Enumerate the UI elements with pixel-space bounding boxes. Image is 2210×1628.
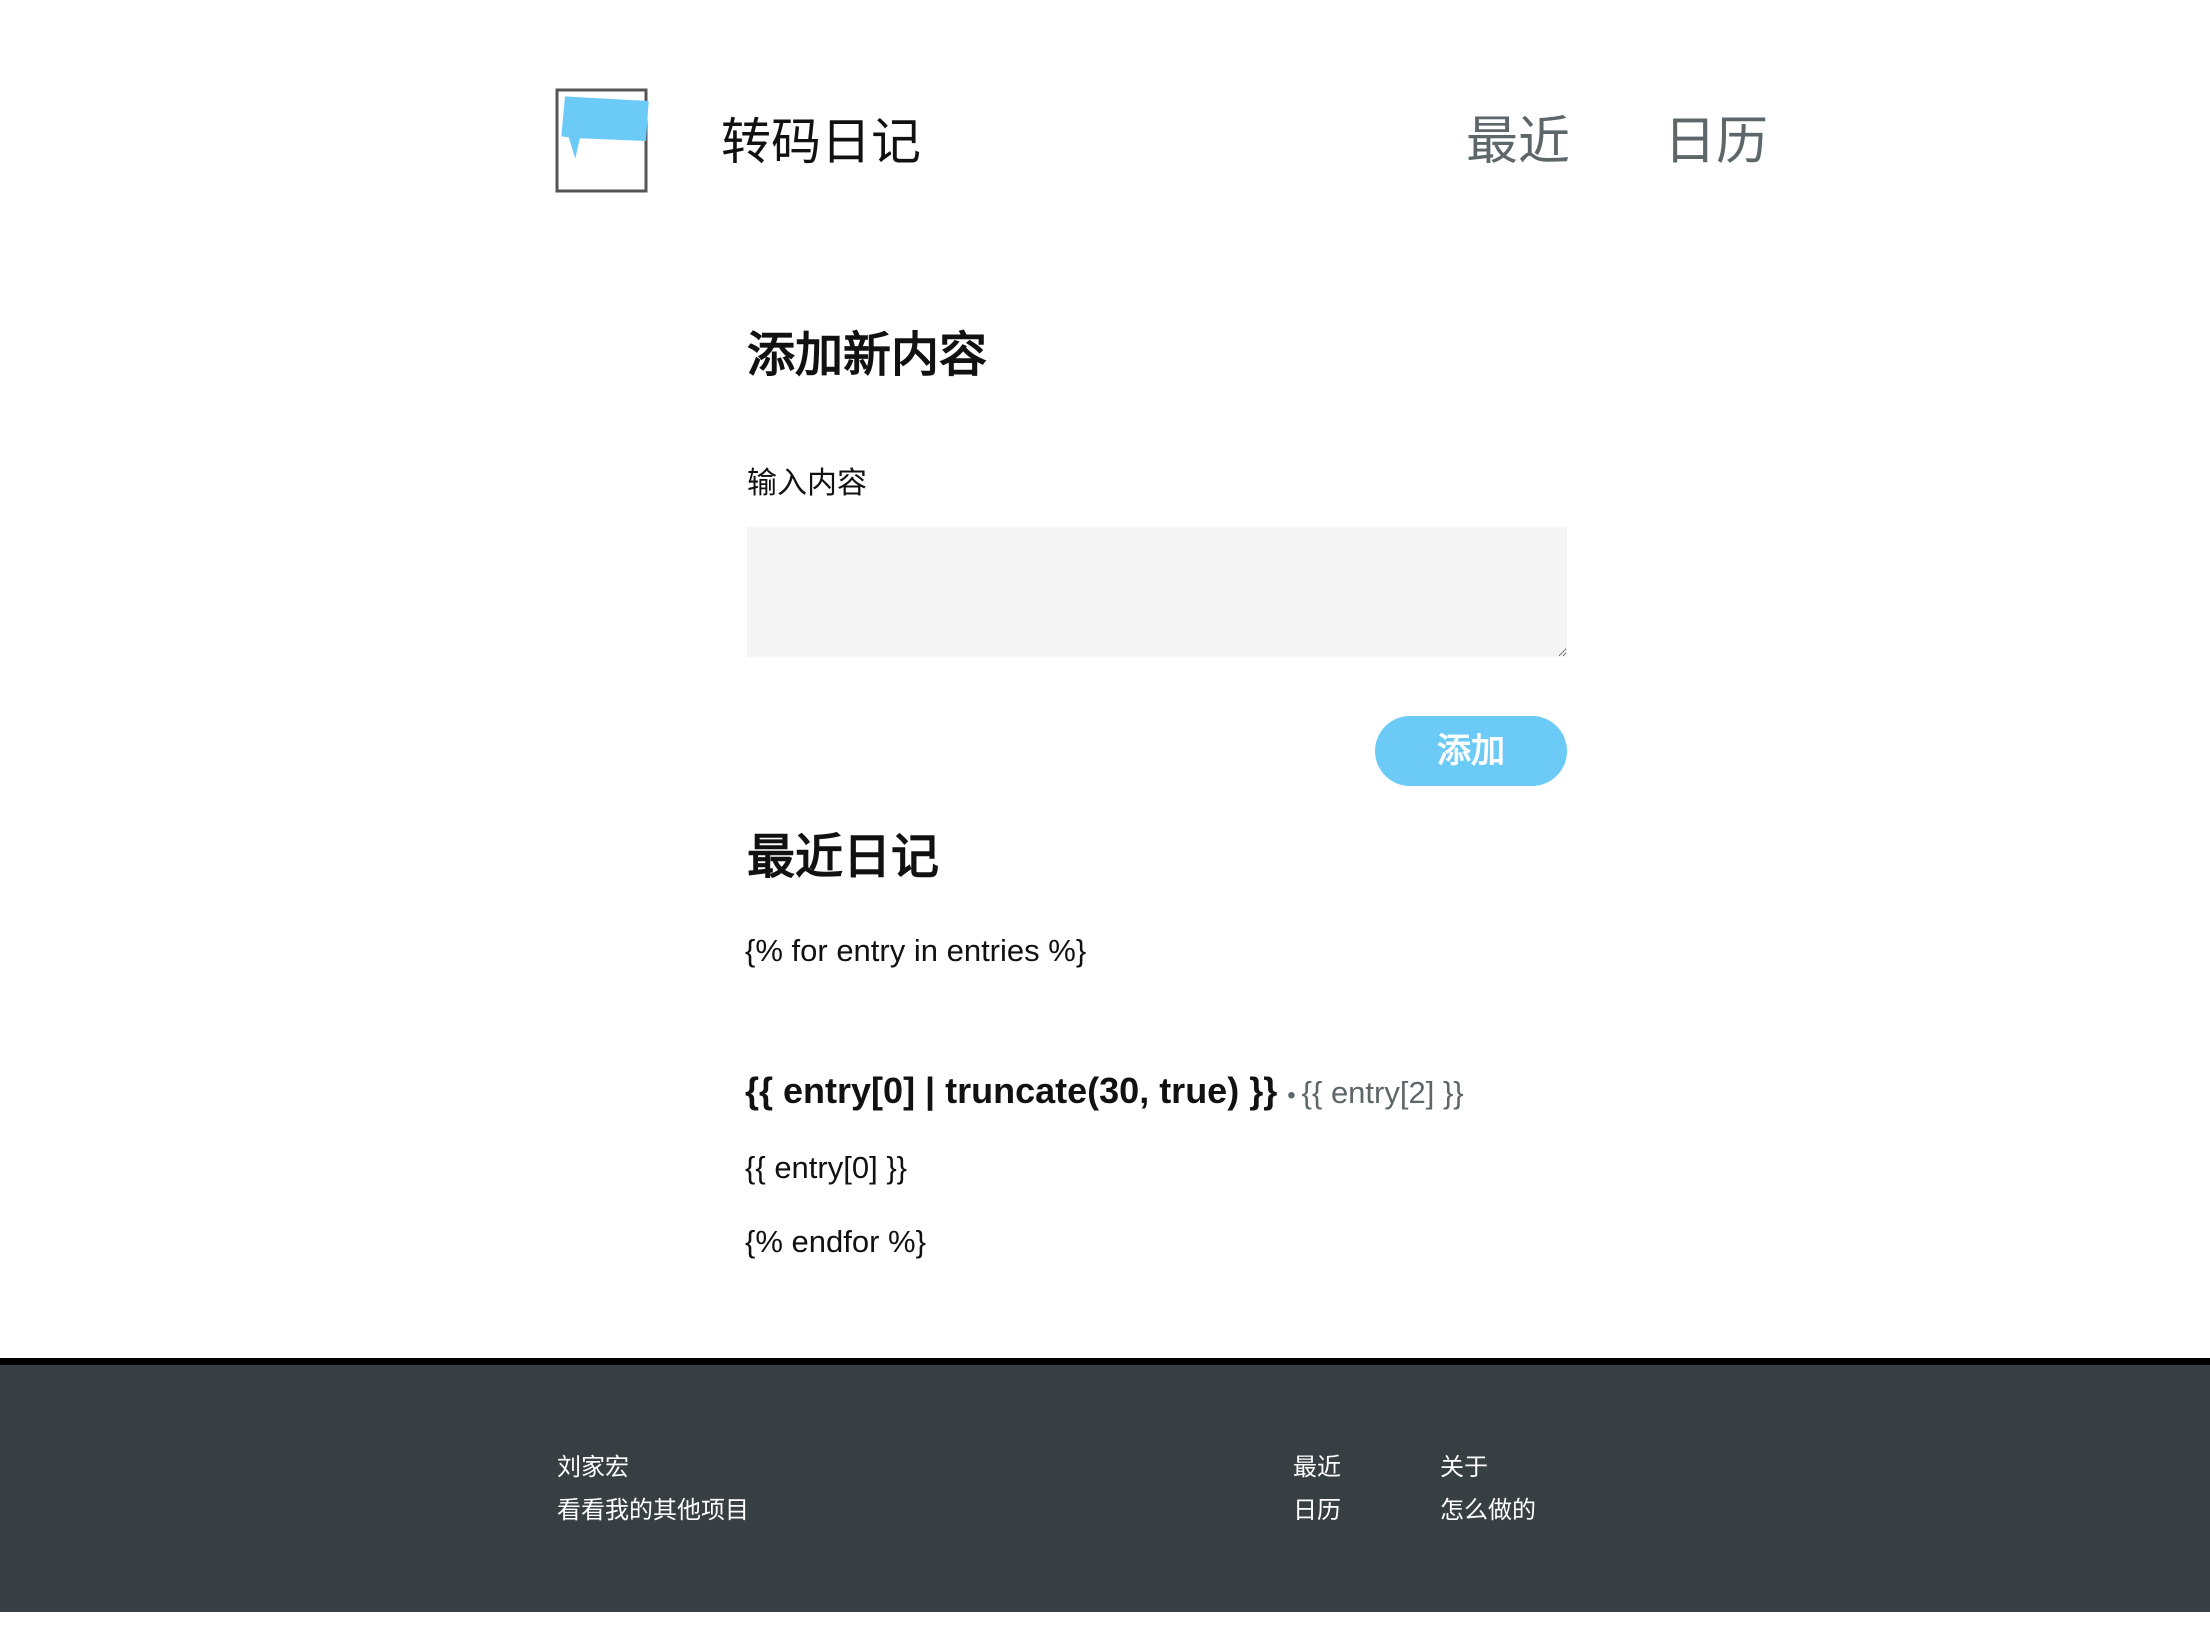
speech-bubble-icon[interactable] bbox=[555, 88, 650, 195]
footer-how-made-link[interactable]: 怎么做的 bbox=[1440, 1496, 1536, 1526]
content-input-label: 输入内容 bbox=[747, 467, 867, 500]
footer-recent-link[interactable]: 最近 bbox=[1293, 1453, 1341, 1483]
page: 转码日记 最近 日历 添加新内容 输入内容 添加 最近日记 {% for ent… bbox=[0, 0, 2210, 1628]
recent-diary-heading: 最近日记 bbox=[747, 831, 940, 884]
content-textarea[interactable] bbox=[747, 527, 1567, 657]
nav-recent-link[interactable]: 最近 bbox=[1466, 112, 1570, 172]
footer: 刘家宏 看看我的其他项目 最近 日历 关于 怎么做的 bbox=[0, 1358, 2210, 1612]
footer-calendar-link[interactable]: 日历 bbox=[1293, 1496, 1341, 1526]
footer-author: 刘家宏 bbox=[557, 1454, 629, 1481]
entry-content: {{ entry[0] }} bbox=[745, 1150, 908, 1185]
template-for-line: {% for entry in entries %} bbox=[745, 933, 1087, 968]
site-title[interactable]: 转码日记 bbox=[721, 112, 921, 172]
entry-date: {{ entry[2] }} bbox=[1301, 1075, 1464, 1110]
add-content-heading: 添加新内容 bbox=[747, 329, 988, 382]
footer-about-link[interactable]: 关于 bbox=[1440, 1453, 1488, 1483]
template-endfor-line: {% endfor %} bbox=[745, 1224, 926, 1259]
entry-title-link[interactable]: {{ entry[0] | truncate(30, true) }} bbox=[745, 1070, 1277, 1111]
add-button[interactable]: 添加 bbox=[1375, 716, 1567, 786]
footer-projects-link[interactable]: 看看我的其他项目 bbox=[557, 1496, 749, 1526]
entry-separator: • bbox=[1287, 1082, 1296, 1109]
entry-header: {{ entry[0] | truncate(30, true) }} •{{ e… bbox=[745, 1067, 1464, 1123]
nav-calendar-link[interactable]: 日历 bbox=[1664, 112, 1768, 172]
